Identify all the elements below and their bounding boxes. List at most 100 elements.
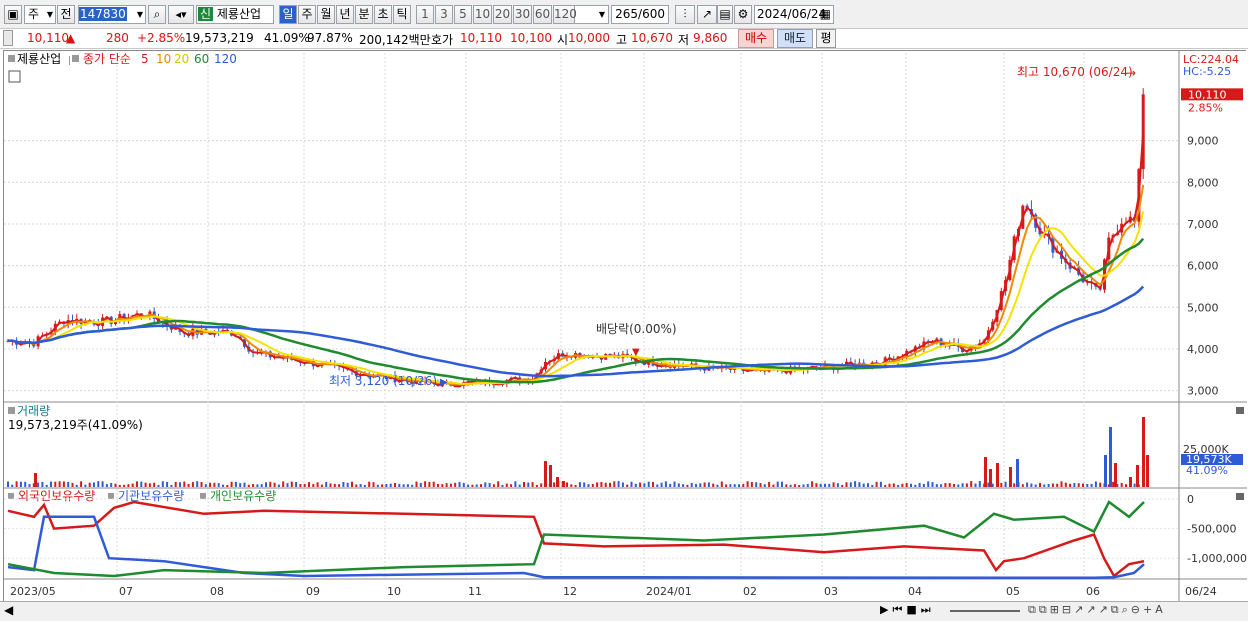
volume-bar bbox=[970, 481, 973, 487]
date-field[interactable]: 2024/06/24 ▦ bbox=[754, 5, 834, 24]
volume-bar bbox=[1073, 483, 1076, 487]
volume-bar bbox=[462, 482, 465, 487]
chart-area[interactable]: 9,000 8,000 7,000 6,000 5,000 4,000 3,000 제룡산업 종… bbox=[3, 50, 1247, 604]
volume-bar bbox=[471, 484, 474, 487]
period-tab-년[interactable]: 년 bbox=[336, 5, 354, 24]
scroll-left-icon[interactable]: ◀ bbox=[4, 603, 13, 617]
interval-tab-30[interactable]: 30 bbox=[513, 5, 532, 24]
period-tab-분[interactable]: 분 bbox=[355, 5, 373, 24]
volume-bar bbox=[355, 484, 358, 487]
volume-bar bbox=[1120, 482, 1123, 487]
volume-bar bbox=[114, 483, 117, 487]
volume-bar bbox=[1086, 483, 1089, 487]
volume-bar bbox=[664, 481, 667, 487]
arrow-icon: ▶ bbox=[440, 377, 448, 388]
period-select[interactable]: 주 ▼ bbox=[24, 5, 56, 24]
volume-bar bbox=[1021, 484, 1024, 487]
volume-bar bbox=[686, 484, 689, 487]
volume-bar bbox=[351, 481, 353, 487]
volume-bar bbox=[811, 481, 814, 487]
volume-bar bbox=[639, 482, 642, 487]
interval-tab-60[interactable]: 60 bbox=[533, 5, 552, 24]
minimize-icon[interactable] bbox=[1236, 407, 1244, 414]
volume-bar bbox=[643, 483, 646, 487]
minimize-icon[interactable] bbox=[1236, 493, 1244, 500]
bottom-bar: ◀ ▶⏮■⏭ ⧉⧉⊞⊟↗↗↗⧉⌕⊖+A bbox=[0, 601, 1248, 621]
line-tool-icon[interactable]: ↗ bbox=[697, 5, 717, 24]
high-annotation: 최고 10,670 (06/24) bbox=[1017, 65, 1133, 79]
volume-bar bbox=[286, 483, 289, 487]
volume-bar bbox=[80, 481, 83, 487]
window-menu-icon[interactable]: ▣ bbox=[4, 5, 22, 24]
volume-bar bbox=[583, 482, 586, 487]
volume-bar bbox=[449, 483, 452, 487]
volume-bar bbox=[333, 483, 336, 487]
candle-type-icon[interactable]: ⫶ bbox=[675, 5, 695, 24]
period-tab-일[interactable]: 일 bbox=[279, 5, 297, 24]
interval-tab-1[interactable]: 1 bbox=[416, 5, 434, 24]
volume-bar bbox=[1114, 463, 1117, 487]
interval-tab-120[interactable]: 120 bbox=[553, 5, 577, 24]
prev-button[interactable]: 전 bbox=[57, 5, 75, 24]
volume-bar bbox=[772, 484, 775, 487]
avg-button[interactable]: 평 bbox=[816, 29, 836, 48]
volume-bar bbox=[37, 482, 40, 487]
interval-tab-5[interactable]: 5 bbox=[454, 5, 472, 24]
y-tick-label: 9,000 bbox=[1187, 135, 1219, 148]
volume-bar bbox=[819, 483, 822, 487]
legend-marker bbox=[8, 407, 15, 414]
volume-bar bbox=[1039, 482, 1041, 487]
volume-bar bbox=[97, 481, 100, 487]
period-tab-초[interactable]: 초 bbox=[374, 5, 392, 24]
stock-name-field[interactable]: 신 제룡산업 bbox=[196, 5, 274, 24]
volume-bar bbox=[996, 463, 999, 487]
volume-bar bbox=[213, 482, 216, 487]
volume-bar bbox=[1125, 484, 1127, 487]
volume-bar bbox=[101, 481, 104, 487]
period-tab-주[interactable]: 주 bbox=[298, 5, 316, 24]
chart-svg[interactable]: 9,000 8,000 7,000 6,000 5,000 4,000 3,000 제룡산업 종… bbox=[4, 51, 1247, 604]
volume-bar bbox=[458, 481, 461, 487]
gear-icon[interactable]: ⚙ bbox=[734, 5, 752, 24]
playback-icons[interactable]: ▶⏮■⏭ bbox=[880, 603, 935, 617]
volume-bar bbox=[540, 483, 543, 487]
prev-label: 전 bbox=[60, 7, 72, 21]
volume-bar bbox=[398, 483, 401, 487]
save-icon[interactable]: ▤ bbox=[717, 5, 733, 24]
search-icon[interactable]: ⌕ bbox=[148, 5, 166, 24]
volume-bar bbox=[50, 481, 52, 487]
bid2-value: 10,100 bbox=[510, 31, 552, 45]
volume-bar bbox=[1043, 484, 1046, 487]
zoom-slider[interactable] bbox=[950, 610, 1020, 612]
sound-icon[interactable]: ◂▾ bbox=[168, 5, 194, 24]
interval-tab-3[interactable]: 3 bbox=[435, 5, 453, 24]
grid-toggle-icon[interactable] bbox=[8, 70, 21, 83]
volume-bar bbox=[381, 484, 384, 487]
volume-bar bbox=[88, 482, 91, 487]
volume-bar bbox=[845, 482, 848, 487]
volume-bar bbox=[299, 484, 302, 487]
volume-bar bbox=[342, 481, 345, 487]
quote-toggle-icon[interactable] bbox=[3, 30, 13, 46]
interval-tab-20[interactable]: 20 bbox=[493, 5, 512, 24]
code-input[interactable]: 147830 ▼ bbox=[78, 5, 146, 24]
ma-period-label: 20 bbox=[174, 52, 189, 66]
volume-bar bbox=[626, 484, 629, 487]
volume-bar bbox=[729, 484, 732, 487]
period-tab-월[interactable]: 월 bbox=[317, 5, 335, 24]
volume-bar bbox=[677, 483, 680, 487]
interval-tab-10[interactable]: 10 bbox=[473, 5, 492, 24]
period-tab-틱[interactable]: 틱 bbox=[393, 5, 411, 24]
volume-bar bbox=[914, 484, 917, 487]
date-value: 2024/06/24 bbox=[757, 7, 827, 21]
volume-bar bbox=[19, 481, 22, 487]
volume-bar bbox=[41, 481, 44, 487]
volume-bar bbox=[523, 481, 525, 487]
buy-button[interactable]: 매수 bbox=[738, 29, 774, 48]
sell-button[interactable]: 매도 bbox=[777, 29, 813, 48]
volume-bar bbox=[432, 481, 435, 487]
volume-bar bbox=[1064, 482, 1067, 487]
volume-bar bbox=[781, 481, 783, 487]
count-field[interactable]: 265/600 bbox=[611, 5, 669, 24]
tool-icons[interactable]: ⧉⧉⊞⊟↗↗↗⧉⌕⊖+A bbox=[1028, 603, 1166, 617]
